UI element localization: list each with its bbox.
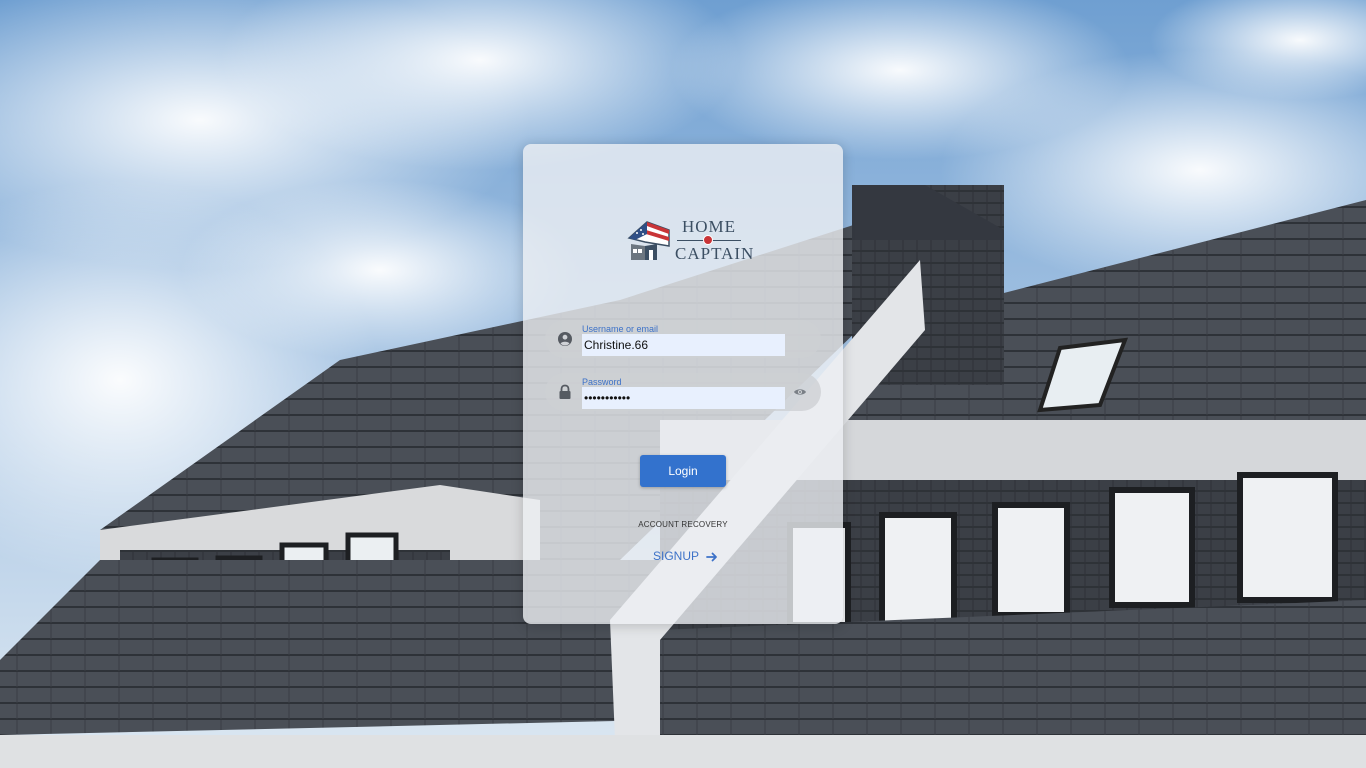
user-icon bbox=[558, 332, 572, 346]
arrow-right-icon bbox=[706, 552, 718, 562]
signup-label: SIGNUP bbox=[653, 549, 699, 563]
account-recovery-link[interactable]: ACCOUNT RECOVERY bbox=[523, 520, 843, 529]
password-field: Password bbox=[545, 373, 821, 411]
star-icon bbox=[703, 235, 713, 245]
login-button[interactable]: Login bbox=[640, 455, 726, 487]
lock-icon bbox=[559, 384, 571, 399]
username-input[interactable] bbox=[582, 334, 785, 356]
logo-word-home: HOME bbox=[681, 217, 737, 236]
logo-word-captain: CAPTAIN bbox=[675, 244, 755, 263]
signup-link[interactable]: SIGNUP bbox=[653, 548, 718, 564]
password-label: Password bbox=[582, 377, 622, 387]
username-field: Username or email bbox=[545, 320, 821, 358]
password-input[interactable] bbox=[582, 387, 785, 409]
home-captain-flag-house-icon bbox=[627, 221, 670, 260]
login-card: HOME CAPTAIN Username or email Password bbox=[523, 144, 843, 624]
eye-icon[interactable] bbox=[793, 386, 807, 398]
home-captain-logo: HOME CAPTAIN bbox=[625, 216, 755, 266]
username-label: Username or email bbox=[582, 324, 659, 334]
